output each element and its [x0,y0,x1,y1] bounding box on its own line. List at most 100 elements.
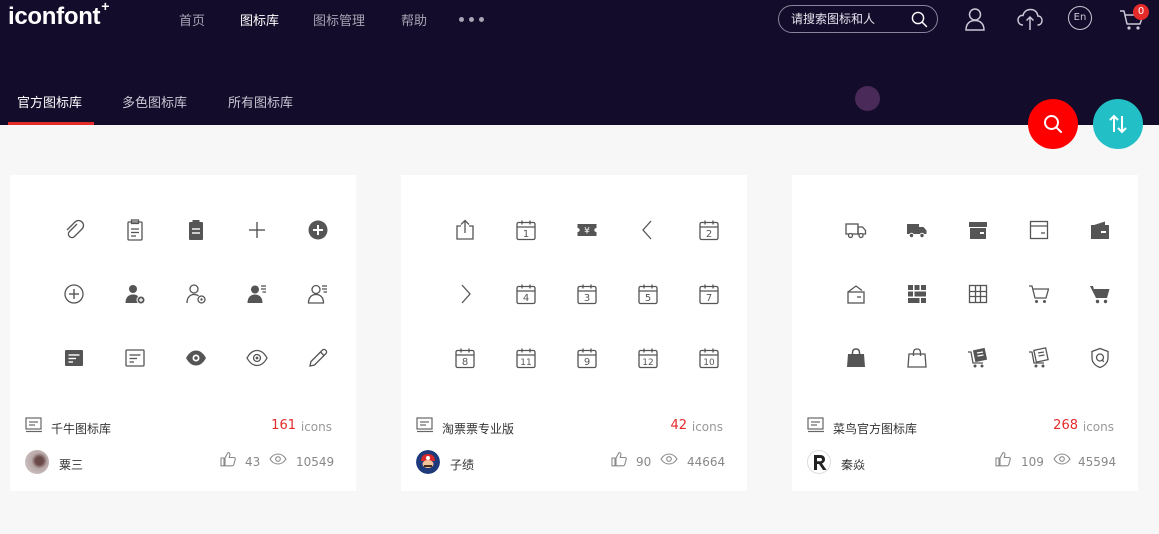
svg-text:4: 4 [523,293,529,304]
search-input[interactable] [791,10,906,28]
library-card[interactable]: 千牛图标库 161 icons 粟三 43 10549 [10,175,356,491]
box-filled-icon[interactable] [966,218,990,242]
icon-preview-grid [10,175,356,415]
grid-filled-icon[interactable] [905,282,929,306]
calendar-9-icon[interactable]: 9 [575,346,599,370]
home-box-icon[interactable] [844,282,868,306]
chevron-right-icon[interactable] [453,282,477,306]
like-icon[interactable] [220,451,236,467]
eye-icon[interactable] [245,346,269,370]
cart-badge: 0 [1133,4,1149,20]
avatar[interactable] [416,450,440,474]
tab-official[interactable]: 官方图标库 [17,92,82,111]
nav-icon-library[interactable]: 图标库 [240,10,279,29]
eye-filled-icon[interactable] [184,346,208,370]
calendar-4-icon[interactable]: 4 [514,282,538,306]
clipboard-icon[interactable] [123,218,147,242]
more-menu-icon[interactable] [459,17,484,22]
cart-icon[interactable] [1027,282,1051,306]
icon-count-unit: icons [1082,420,1114,434]
cart-document-filled-icon[interactable] [966,346,990,370]
library-card[interactable]: 菜鸟官方图标库 268 icons 秦焱 109 45594 [792,175,1138,491]
library-icon [25,417,42,433]
search-icon [1044,115,1062,133]
user-settings-icon[interactable] [184,282,208,306]
author-name[interactable]: 秦焱 [841,456,865,473]
truck-icon[interactable] [844,218,868,242]
avatar[interactable] [25,450,49,474]
shopping-bag-icon[interactable] [905,346,929,370]
plus-icon[interactable] [245,218,269,242]
nav-help[interactable]: 帮助 [401,10,427,29]
calendar-10-icon[interactable]: 10 [697,346,721,370]
avatar[interactable] [807,450,831,474]
like-count: 43 [245,455,261,469]
author-name[interactable]: 子绩 [450,456,474,473]
search-fab-button[interactable] [1028,99,1078,149]
svg-text:5: 5 [645,293,651,304]
nav-icon-management[interactable]: 图标管理 [313,10,365,29]
svg-text:¥: ¥ [584,227,590,237]
view-count: 44664 [687,455,726,469]
svg-text:11: 11 [520,358,531,368]
plus-circle-icon[interactable] [62,282,86,306]
paperclip-icon[interactable] [62,218,86,242]
search-icon[interactable] [911,11,928,28]
calendar-7-icon[interactable]: 7 [697,282,721,306]
library-card[interactable]: 1 ¥2 4 3 5 7 8 11 9 12 10 淘票票专业版 42 icons 子绩 90 [401,175,747,491]
sort-fab-button[interactable] [1093,99,1143,149]
svg-text:12: 12 [642,358,653,368]
shopping-bag-filled-icon[interactable] [844,346,868,370]
like-icon[interactable] [611,451,627,467]
view-icon [660,453,678,465]
svg-text:1: 1 [523,229,529,240]
wallet-filled-icon[interactable] [1088,218,1112,242]
decorative-dot [855,86,880,111]
ticket-icon[interactable]: ¥ [575,218,599,242]
calendar-3-icon[interactable]: 3 [575,282,599,306]
like-count: 109 [1021,455,1044,469]
chevron-left-icon[interactable] [636,218,660,242]
view-count: 10549 [296,455,335,469]
cart-document-icon[interactable] [1027,346,1051,370]
calendar-11-icon[interactable]: 11 [514,346,538,370]
share-icon[interactable] [453,218,477,242]
language-icon[interactable]: En [1068,6,1092,30]
calendar-12-icon[interactable]: 12 [636,346,660,370]
cart-filled-icon[interactable] [1088,282,1112,306]
pencil-icon[interactable] [306,346,330,370]
user-add-filled-icon[interactable] [123,282,147,306]
top-nav-bar: iconfont+ 首页 图标库 图标管理 帮助 En 0 [0,0,1159,40]
calendar-1-icon[interactable]: 1 [514,218,538,242]
logo-text: iconfont [8,3,101,30]
user-card-filled-icon[interactable] [245,282,269,306]
calendar-8-icon[interactable]: 8 [453,346,477,370]
truck-filled-icon[interactable] [905,218,929,242]
svg-text:9: 9 [584,357,590,368]
user-card-icon[interactable] [306,282,330,306]
library-name[interactable]: 淘票票专业版 [442,420,514,437]
box-icon[interactable] [1027,218,1051,242]
calendar-2-icon[interactable]: 2 [697,218,721,242]
message-icon[interactable] [123,346,147,370]
upload-cloud-icon[interactable] [1016,7,1044,31]
clipboard-filled-icon[interactable] [184,218,208,242]
calendar-5-icon[interactable]: 5 [636,282,660,306]
icon-preview-grid: 1 ¥2 4 3 5 7 8 11 9 12 10 [401,175,747,415]
user-icon[interactable] [964,7,986,31]
icon-count: 161 [271,418,296,433]
shield-q-icon[interactable] [1088,346,1112,370]
view-icon [269,453,287,465]
message-filled-icon[interactable] [62,346,86,370]
author-name[interactable]: 粟三 [59,456,83,473]
tab-multicolor[interactable]: 多色图标库 [122,92,187,111]
logo[interactable]: iconfont+ [8,0,109,31]
like-icon[interactable] [995,451,1011,467]
svg-text:8: 8 [462,357,468,368]
library-name[interactable]: 菜鸟官方图标库 [833,420,917,437]
grid-icon[interactable] [966,282,990,306]
plus-circle-filled-icon[interactable] [306,218,330,242]
nav-home[interactable]: 首页 [179,10,205,29]
tab-all[interactable]: 所有图标库 [228,92,293,111]
library-name[interactable]: 千牛图标库 [51,420,111,437]
